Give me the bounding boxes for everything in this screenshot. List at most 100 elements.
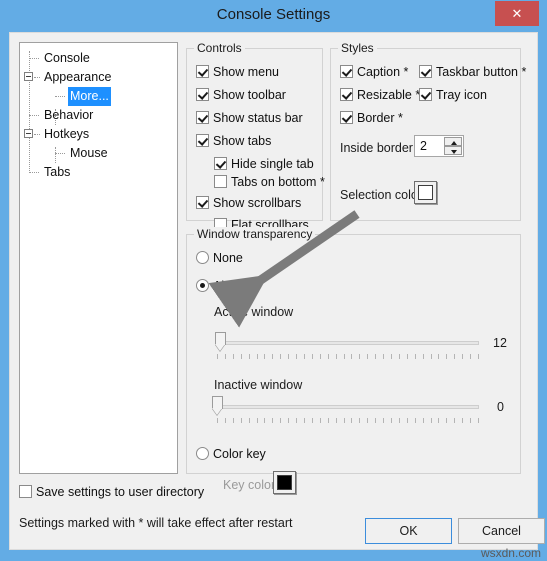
radio-label: None	[213, 251, 243, 265]
active-window-slider-track[interactable]	[217, 341, 479, 345]
checkbox-icon[interactable]	[196, 88, 209, 101]
active-window-label: Active window	[214, 305, 294, 319]
checkbox-taskbar-button[interactable]: Taskbar button *	[419, 65, 526, 80]
checkbox-label: Tabs on bottom *	[231, 175, 325, 189]
tree-item-label: Mouse	[70, 146, 108, 160]
checkbox-show-tabs[interactable]: Show tabs	[196, 134, 271, 149]
selection-color-swatch[interactable]	[414, 181, 437, 204]
checkbox-icon[interactable]	[419, 88, 432, 101]
tree-item-label-selected: More...	[68, 87, 111, 106]
inside-border-value: 2	[420, 139, 427, 153]
checkbox-label: Caption *	[357, 65, 409, 79]
controls-group-title: Controls	[194, 41, 245, 55]
checkbox-icon[interactable]	[419, 65, 432, 78]
checkbox-label: Save settings to user directory	[36, 485, 205, 499]
checkbox-label: Show menu	[213, 65, 280, 79]
checkbox-icon[interactable]	[196, 111, 209, 124]
checkbox-label: Tray icon	[436, 88, 487, 102]
radio-color-key[interactable]: Color key	[196, 447, 266, 462]
tree-connector	[34, 134, 40, 135]
stepper-down-icon[interactable]	[444, 146, 462, 155]
checkbox-show-menu[interactable]: Show menu	[196, 65, 279, 80]
checkbox-border[interactable]: Border *	[340, 111, 403, 126]
checkbox-label: Taskbar button *	[436, 65, 527, 79]
checkbox-icon[interactable]	[196, 196, 209, 209]
dialog-client-area: Console Appearance More... Behavior Hotk…	[9, 32, 545, 550]
radio-icon[interactable]	[196, 279, 209, 292]
radio-alpha[interactable]: Alpha	[196, 279, 245, 294]
window-transparency-group: Window transparency None Alpha Active wi…	[186, 227, 521, 494]
tree-item-hotkeys[interactable]: Hotkeys	[20, 125, 177, 144]
tree-item-console[interactable]: Console	[20, 49, 177, 68]
checkbox-tabs-on-bottom[interactable]: Tabs on bottom *	[214, 175, 325, 190]
checkbox-show-status-bar[interactable]: Show status bar	[196, 111, 303, 126]
checkbox-icon[interactable]	[196, 134, 209, 147]
tree-item-label: Behavior	[44, 108, 94, 122]
checkbox-save-settings[interactable]: Save settings to user directory	[19, 485, 204, 500]
stepper-buttons[interactable]	[444, 137, 462, 155]
checkbox-icon[interactable]	[214, 157, 227, 170]
tree-connector	[29, 115, 39, 116]
tree-item-mouse[interactable]: Mouse	[20, 144, 177, 163]
checkbox-icon[interactable]	[340, 88, 353, 101]
checkbox-icon[interactable]	[340, 111, 353, 124]
checkbox-label: Show tabs	[213, 134, 272, 148]
inactive-window-slider-thumb[interactable]	[212, 396, 223, 416]
close-icon[interactable]: ✕	[495, 1, 539, 26]
tree-item-more[interactable]: More...	[20, 87, 177, 106]
cancel-button[interactable]: Cancel	[458, 518, 545, 544]
checkbox-show-toolbar[interactable]: Show toolbar	[196, 88, 286, 103]
tree-item-behavior[interactable]: Behavior	[20, 106, 177, 125]
inside-border-stepper[interactable]: 2	[414, 135, 464, 157]
inactive-window-slider-ticks	[217, 418, 479, 423]
selection-color-label: Selection color:	[340, 188, 426, 202]
tree-expander-icon[interactable]	[24, 129, 33, 138]
dialog-window: Console Settings ✕ Console Appearance Mo…	[0, 0, 547, 561]
checkbox-label: Resizable *	[357, 88, 421, 102]
tree-item-label: Hotkeys	[44, 127, 90, 141]
checkbox-icon[interactable]	[214, 175, 227, 188]
checkbox-caption[interactable]: Caption *	[340, 65, 408, 80]
checkbox-label: Show scrollbars	[213, 196, 302, 210]
inactive-window-label: Inactive window	[214, 378, 303, 392]
ok-button[interactable]: OK	[365, 518, 452, 544]
transparency-group-title: Window transparency	[194, 227, 316, 241]
radio-label: Alpha	[213, 279, 245, 293]
checkbox-label: Border *	[357, 111, 403, 125]
window-title: Console Settings	[216, 6, 331, 23]
checkbox-label: Show status bar	[213, 111, 303, 125]
checkbox-label: Hide single tab	[231, 157, 314, 171]
settings-tree[interactable]: Console Appearance More... Behavior Hotk…	[19, 42, 178, 474]
tree-connector	[29, 172, 39, 173]
tree-connector	[34, 77, 40, 78]
tree-item-appearance[interactable]: Appearance	[20, 68, 177, 87]
tree-connector	[29, 58, 39, 59]
radio-none[interactable]: None	[196, 251, 243, 266]
tree-connector	[55, 153, 65, 154]
inactive-window-slider-track[interactable]	[217, 405, 479, 409]
checkbox-show-scrollbars[interactable]: Show scrollbars	[196, 196, 301, 211]
checkbox-hide-single-tab[interactable]: Hide single tab	[214, 157, 314, 172]
title-bar: Console Settings ✕	[0, 0, 547, 32]
checkbox-resizable[interactable]: Resizable *	[340, 88, 420, 103]
tree-connector	[55, 96, 65, 97]
checkbox-tray-icon[interactable]: Tray icon	[419, 88, 487, 103]
styles-group-title: Styles	[338, 41, 377, 55]
radio-icon[interactable]	[196, 251, 209, 264]
checkbox-icon[interactable]	[340, 65, 353, 78]
watermark: wsxdn.com	[480, 546, 541, 560]
checkbox-icon[interactable]	[196, 65, 209, 78]
tree-item-tabs[interactable]: Tabs	[20, 163, 177, 182]
checkbox-label: Show toolbar	[213, 88, 286, 102]
restart-note: Settings marked with * will take effect …	[19, 516, 293, 530]
active-window-slider-thumb[interactable]	[215, 332, 226, 352]
stepper-up-icon[interactable]	[444, 137, 462, 146]
radio-icon[interactable]	[196, 447, 209, 460]
checkbox-icon[interactable]	[19, 485, 32, 498]
key-color-fill	[277, 475, 292, 490]
key-color-swatch[interactable]	[273, 471, 296, 494]
active-window-slider-ticks	[217, 354, 479, 359]
tree-item-label: Tabs	[44, 165, 71, 179]
selection-color-fill	[418, 185, 433, 200]
tree-expander-icon[interactable]	[24, 72, 33, 81]
